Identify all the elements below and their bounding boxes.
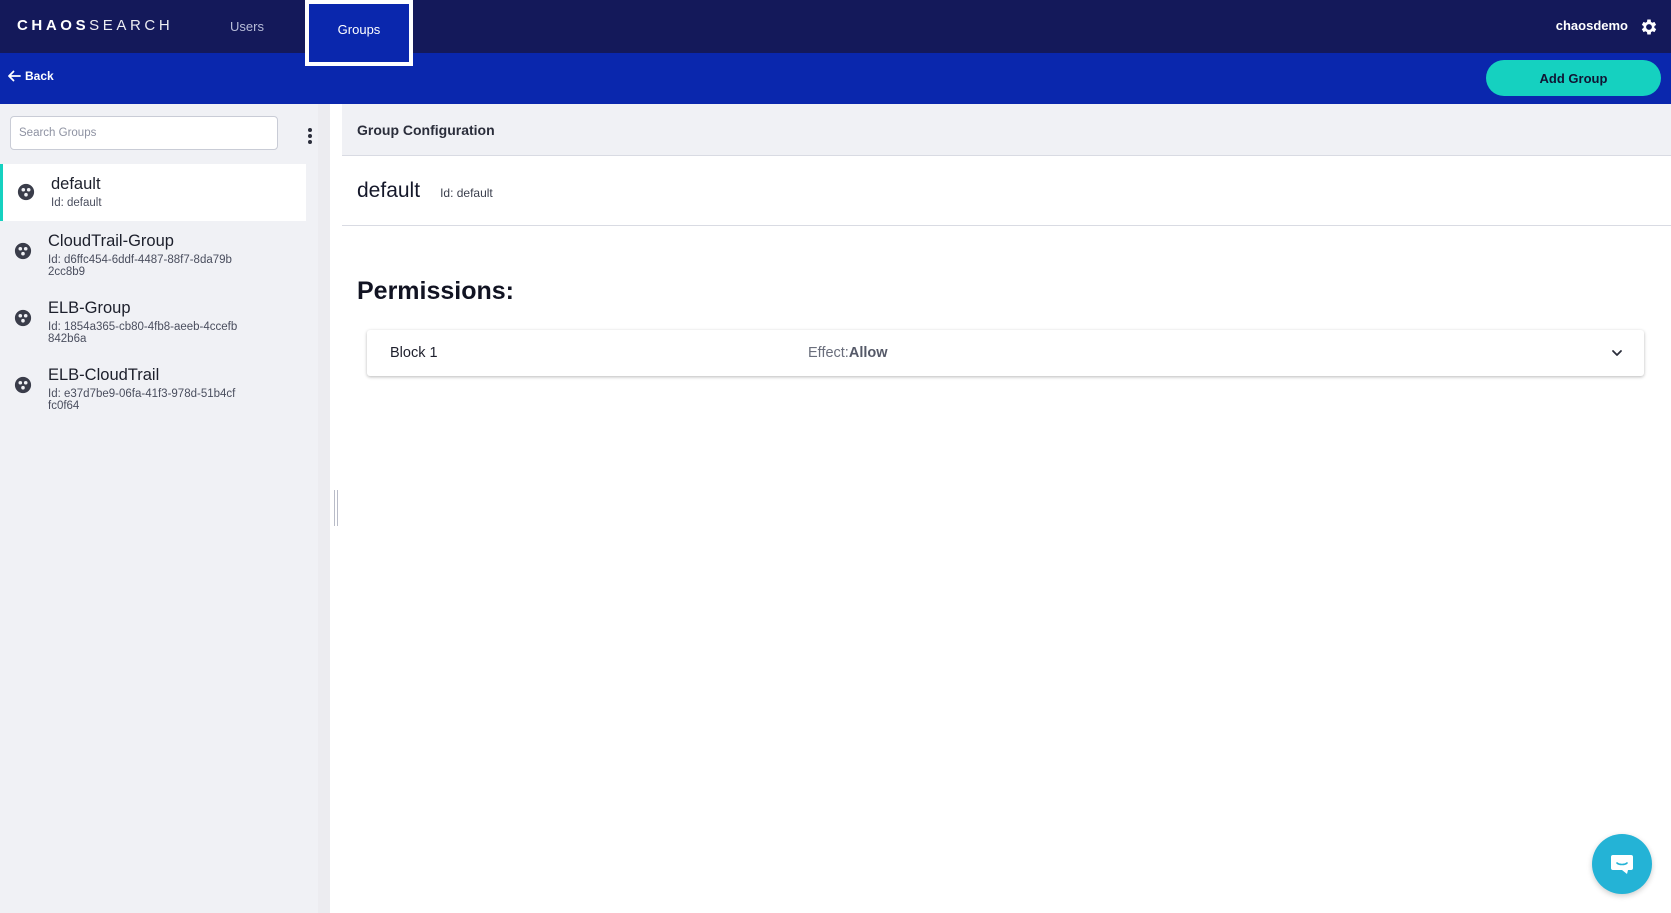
group-name: CloudTrail-Group (48, 232, 174, 250)
permission-block[interactable]: Block 1 Effect:Allow (367, 330, 1644, 376)
group-item-text: ELB-CloudTrail Id: e37d7be9-06fa-41f3-97… (48, 365, 238, 412)
tab-groups[interactable]: Groups (305, 0, 413, 66)
group-icon (17, 183, 35, 201)
back-label: Back (25, 69, 54, 83)
chaossearch-logo[interactable]: CHAOSSEARCH (17, 17, 173, 34)
group-item-text: CloudTrail-Group Id: d6ffc454-6ddf-4487-… (48, 231, 238, 278)
group-title: default (357, 178, 421, 202)
group-id: Id: default (51, 197, 102, 209)
group-item-default[interactable]: default Id: default (0, 164, 306, 221)
group-item-text: ELB-Group Id: 1854a365-cb80-4fb8-aeeb-4c… (48, 298, 238, 345)
logo-text-light: SEARCH (89, 17, 174, 34)
group-name: default (51, 175, 101, 193)
top-navigation-bar: CHAOSSEARCH Users Groups chaosdemo (0, 0, 1671, 66)
permissions-heading: Permissions: (357, 277, 515, 305)
group-list: default Id: default CloudTrail-Group Id:… (0, 164, 306, 422)
group-item-cloudtrail-group[interactable]: CloudTrail-Group Id: d6ffc454-6ddf-4487-… (0, 221, 306, 288)
group-icon (14, 309, 32, 327)
effect-label: Effect: (808, 345, 849, 361)
block-effect: Effect:Allow (808, 345, 888, 361)
logo-text-bold: CHAOS (17, 17, 90, 34)
back-button[interactable]: Back (6, 68, 54, 84)
group-item-elb-cloudtrail[interactable]: ELB-CloudTrail Id: e37d7be9-06fa-41f3-97… (0, 355, 306, 422)
effect-value: Allow (848, 345, 888, 361)
group-id: Id: 1854a365-cb80-4fb8-aeeb-4ccefb842b6a (48, 321, 238, 345)
search-groups-input[interactable] (10, 116, 278, 150)
add-group-button[interactable]: Add Group (1486, 60, 1661, 96)
username-label[interactable]: chaosdemo (1556, 18, 1628, 33)
gear-icon[interactable] (1639, 17, 1659, 37)
block-name: Block 1 (390, 345, 438, 361)
group-name: ELB-CloudTrail (48, 366, 160, 384)
panel-header: Group Configuration (342, 104, 1671, 156)
more-vertical-icon[interactable] (303, 126, 317, 146)
group-item-elb-group[interactable]: ELB-Group Id: 1854a365-cb80-4fb8-aeeb-4c… (0, 288, 306, 355)
group-item-text: default Id: default (51, 174, 241, 209)
groups-sidebar: default Id: default CloudTrail-Group Id:… (0, 104, 330, 913)
group-configuration-panel: Group Configuration default Id: default … (342, 104, 1671, 913)
chevron-down-icon[interactable] (1610, 346, 1624, 360)
chat-launcher-button[interactable] (1592, 834, 1652, 894)
group-id: Id: e37d7be9-06fa-41f3-978d-51b4cffc0f64 (48, 388, 236, 412)
chat-icon (1611, 855, 1633, 874)
group-heading: default Id: default (342, 156, 1671, 226)
tab-users[interactable]: Users (216, 0, 278, 53)
arrow-left-icon (8, 70, 21, 82)
action-bar: Back Add Group (0, 53, 1671, 104)
group-id: Id: d6ffc454-6ddf-4487-88f7-8da79b2cc8b9 (48, 254, 232, 278)
group-icon (14, 376, 32, 394)
group-title-id: Id: default (440, 185, 493, 200)
group-name: ELB-Group (48, 299, 131, 317)
group-icon (14, 242, 32, 260)
sidebar-resize-handle[interactable] (334, 490, 338, 526)
